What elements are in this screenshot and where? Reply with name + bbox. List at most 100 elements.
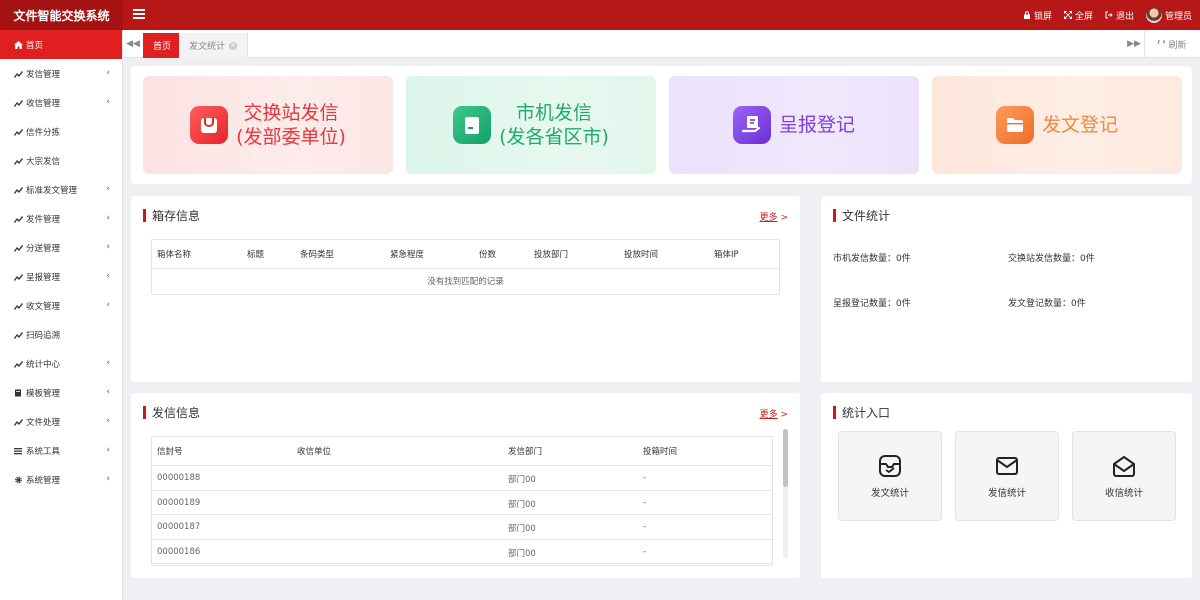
more-link[interactable]: 更多 > xyxy=(760,210,788,223)
card-line2: (发各省区市) xyxy=(499,126,609,148)
table-row[interactable]: 00000189 部门00 - xyxy=(152,491,772,515)
send-info-panel: 发信信息 更多 > 信封号 收信单位 发信部门 投箱时间 00000188 部门00- 0… xyxy=(131,393,800,578)
sidebar-item[interactable]: 发信管理 ‹ xyxy=(0,59,122,88)
tools-icon xyxy=(14,70,26,78)
lock-label: 锁屏 xyxy=(1033,11,1052,22)
sidebar-item[interactable]: 标准发文管理 ‹ xyxy=(0,175,122,204)
sidebar-item-label: 收信管理 xyxy=(26,98,61,109)
table-cell: 00000189 xyxy=(157,497,201,508)
sidebar-item[interactable]: 文件处理 ‹ xyxy=(0,407,122,436)
user-menu[interactable]: 管理员 xyxy=(1145,7,1192,23)
column-header[interactable]: 标题 xyxy=(247,248,264,260)
sidebar-item[interactable]: 发件管理 ‹ xyxy=(0,204,122,233)
column-header[interactable]: 投放时间 xyxy=(624,248,658,260)
sidebar-item[interactable]: 模板管理 ‹ xyxy=(0,378,122,407)
sidebar-item-label: 标准发文管理 xyxy=(26,185,78,196)
card-text: 发文登记 xyxy=(1042,113,1118,137)
column-header[interactable]: 条码类型 xyxy=(300,248,334,260)
table-row[interactable]: 00000188 部门00 - xyxy=(152,466,772,491)
refresh-button[interactable]: 刷新 xyxy=(1144,30,1200,58)
scrollbar-thumb[interactable] xyxy=(783,429,788,487)
sidebar-item[interactable]: 系统工具 ‹ xyxy=(0,436,122,465)
box-storage-panel: 箱存信息 更多 > 箱体名称 标题 条码类型 紧急程度 份数 投放部门 投放时间 箱体IP 没… xyxy=(131,196,800,382)
sidebar-item[interactable]: 扫码追溯 xyxy=(0,320,122,349)
more-label: 更多 xyxy=(759,213,778,223)
top-actions: 锁屏 全屏 退出 管理员 xyxy=(1023,0,1192,30)
fullscreen-button[interactable]: 全屏 xyxy=(1063,9,1093,22)
column-header[interactable]: 收信单位 xyxy=(297,445,331,457)
stat-entry-panel: 统计入口 发文统计 发信统计 收信统计 xyxy=(821,393,1192,578)
sidebar-item[interactable]: 信件分拣 xyxy=(0,117,122,146)
tab-scroll-right-icon[interactable]: ▶▶ xyxy=(1124,30,1144,58)
tools-icon xyxy=(14,157,26,165)
quick-actions: 交换站发信 (发部委单位) 市机发信 (发各省区市) 呈报登记 发文登记 xyxy=(131,66,1192,184)
more-link[interactable]: 更多 > xyxy=(760,407,788,420)
sidebar-item[interactable]: 收信管理 ‹ xyxy=(0,88,122,117)
sidebar: 首页 发信管理 ‹ 收信管理 ‹ 信件分拣 大宗发信 标准发文管理 ‹ 发件管理 ‹ 分送管理 ‹ 呈报管… xyxy=(0,30,123,600)
avatar xyxy=(1145,7,1162,23)
chevron-left-icon: ‹ xyxy=(106,416,110,426)
table-row[interactable]: 00000186 部门00 - xyxy=(152,540,772,564)
tab-send-doc-stats[interactable]: 发文统计 ✕ xyxy=(179,33,249,58)
chevron-left-icon: ‹ xyxy=(106,68,110,78)
lock-screen-button[interactable]: 锁屏 xyxy=(1023,9,1052,22)
card-line1: 市机发信 xyxy=(515,102,592,124)
column-header[interactable]: 份数 xyxy=(479,248,496,260)
logout-button[interactable]: 退出 xyxy=(1105,9,1134,22)
city-send-card[interactable]: 市机发信 (发各省区市) xyxy=(406,76,656,174)
table-cell: - xyxy=(643,473,647,483)
column-header[interactable]: 箱体IP xyxy=(714,248,739,260)
sidebar-item[interactable]: 呈报管理 ‹ xyxy=(0,262,122,291)
column-header[interactable]: 投箱时间 xyxy=(643,445,677,457)
exchange-send-card[interactable]: 交换站发信 (发部委单位) xyxy=(143,76,393,174)
chevron-left-icon: ‹ xyxy=(106,271,110,281)
sidebar-item-label: 统计中心 xyxy=(26,359,61,370)
sidebar-item[interactable]: 统计中心 ‹ xyxy=(0,349,122,378)
sidebar-item[interactable]: 首页 xyxy=(0,30,122,59)
tab-home[interactable]: 首页 xyxy=(143,33,182,58)
send-doc-register-card[interactable]: 发文登记 xyxy=(932,76,1182,174)
send-table: 信封号 收信单位 发信部门 投箱时间 00000188 部门00 - 00000189 部门0… xyxy=(151,436,773,566)
send-doc-stats-button[interactable]: 发文统计 xyxy=(838,431,942,521)
panel-title: 发信信息 xyxy=(143,405,200,420)
table-header: 箱体名称 标题 条码类型 紧急程度 份数 投放部门 投放时间 箱体IP xyxy=(152,240,779,269)
chevron-left-icon: ‹ xyxy=(106,242,110,252)
logout-label: 退出 xyxy=(1115,11,1134,22)
sidebar-item[interactable]: 大宗发信 xyxy=(0,146,122,175)
card-line1: 发文登记 xyxy=(1041,114,1118,136)
chevron-left-icon: ‹ xyxy=(106,387,110,397)
column-header[interactable]: 箱体名称 xyxy=(157,248,191,260)
tools-icon xyxy=(14,215,26,223)
menu-toggle-icon[interactable] xyxy=(133,7,145,23)
refresh-label: 刷新 xyxy=(1168,40,1187,51)
stat-city-send: 市机发信数量：0件 xyxy=(833,254,911,264)
sidebar-item[interactable]: 分送管理 ‹ xyxy=(0,233,122,262)
expand-icon xyxy=(1063,11,1072,19)
table-cell: 部门00 xyxy=(508,499,536,510)
column-header[interactable]: 信封号 xyxy=(157,445,183,457)
table-cell: 00000187 xyxy=(157,522,201,532)
table-cell: 部门00 xyxy=(508,548,536,559)
mail-bag-icon xyxy=(190,106,229,144)
sidebar-item[interactable]: 收文管理 ‹ xyxy=(0,291,122,320)
column-header[interactable]: 发信部门 xyxy=(508,445,542,457)
tab-scroll-left-icon[interactable]: ◀◀ xyxy=(123,30,143,58)
receipt-hand-icon xyxy=(732,106,771,144)
sidebar-item-label: 扫码追溯 xyxy=(26,330,61,341)
tab-bar: ◀◀ 首页 发文统计 ✕ ▶▶ 刷新 xyxy=(123,30,1200,58)
report-register-card[interactable]: 呈报登记 xyxy=(669,76,919,174)
column-header[interactable]: 紧急程度 xyxy=(390,248,424,260)
main-content: 交换站发信 (发部委单位) 市机发信 (发各省区市) 呈报登记 发文登记 箱存信… xyxy=(123,58,1200,600)
book-icon xyxy=(14,389,26,397)
receive-letter-stats-button[interactable]: 收信统计 xyxy=(1072,431,1176,521)
sidebar-item-label: 系统管理 xyxy=(26,475,61,486)
send-letter-stats-button[interactable]: 发信统计 xyxy=(955,431,1059,521)
close-icon[interactable]: ✕ xyxy=(229,41,238,50)
table-row[interactable]: 00000187 部门00 - xyxy=(152,515,772,540)
scrollbar[interactable] xyxy=(783,429,788,559)
envelope-icon xyxy=(996,457,1018,475)
sidebar-item[interactable]: 系统管理 ‹ xyxy=(0,465,122,494)
lock-icon xyxy=(1023,11,1030,19)
column-header[interactable]: 投放部门 xyxy=(534,248,568,260)
card-text: 市机发信 (发各省区市) xyxy=(499,101,609,149)
